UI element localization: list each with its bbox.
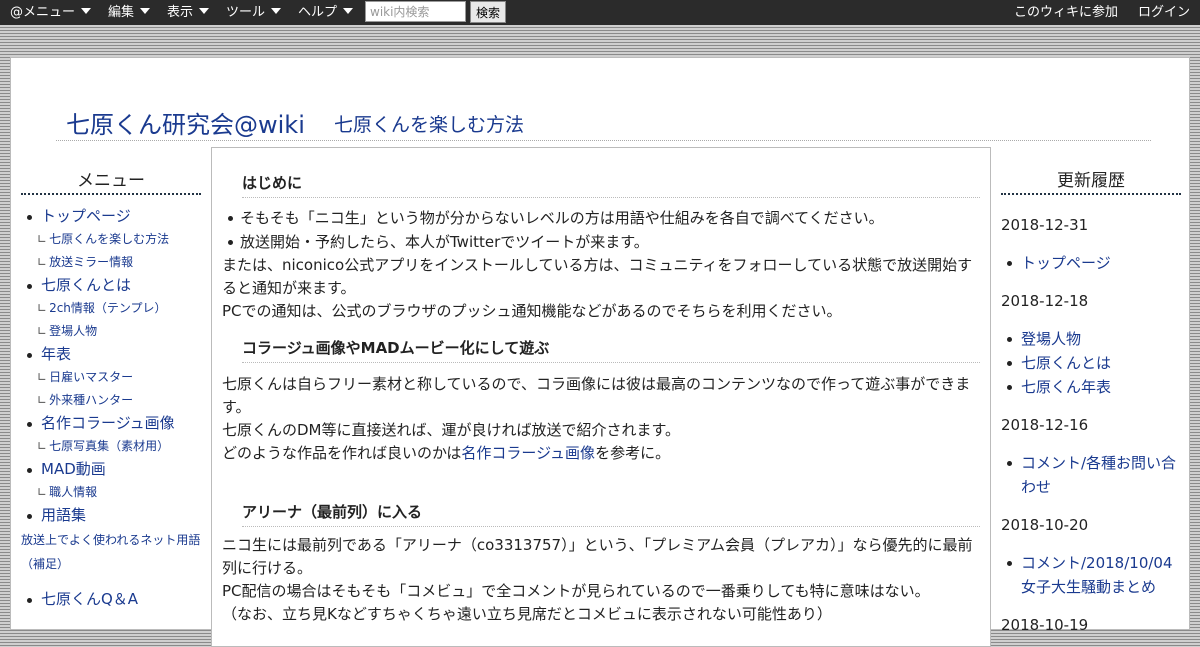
history-list: トップページ	[1001, 251, 1181, 275]
paragraph: PC配信の場合はそもそも「コメビュ」で全コメントが見られているので一番乗りしても…	[222, 582, 930, 600]
header-divider	[56, 140, 1151, 141]
menu-subitem-label[interactable]: 職人情報	[49, 485, 97, 499]
history-item[interactable]: コメント/各種お問い合わせ	[1001, 451, 1181, 499]
menu-item-top-page[interactable]: トップページ	[21, 205, 201, 228]
menu-subitem[interactable]: ∟ 登場人物	[21, 320, 201, 343]
text-span: を参考に。	[595, 444, 671, 462]
history-item[interactable]: コメント/2018/10/04 女子大生騒動まとめ	[1001, 551, 1188, 599]
caret-down-icon	[199, 8, 210, 14]
top-toolbar: @メニュー 編集 表示 ツール ヘルプ 検索 このウィキに参加 ログイン	[0, 0, 1200, 25]
menu-subitem[interactable]: ∟ 外来種ハンター	[21, 389, 201, 412]
menu-item-timeline[interactable]: 年表	[21, 343, 201, 366]
section-heading-arena: アリーナ（最前列）に入る	[242, 501, 980, 527]
paragraph: PCでの通知は、公式のブラウザのプッシュ通知機能などがあるのでそちらを利用くださ…	[222, 302, 842, 320]
menu-subitem[interactable]: ∟ 七原写真集（素材用）	[21, 435, 201, 458]
menu-label: ツール	[226, 5, 266, 20]
menu-spacer	[21, 576, 201, 588]
page-container: 七原くん研究会@wiki 七原くんを楽しむ方法 メニュー トップページ ∟ 七原く…	[10, 57, 1190, 647]
paragraph: ニコ生には最前列である「アリーナ（co3313757）」という、「プレミアム会員…	[222, 536, 973, 577]
history-date: 2018-12-18	[1001, 292, 1089, 310]
menu-item-mad[interactable]: MAD動画	[21, 458, 201, 481]
section-heading-intro: はじめに	[242, 172, 980, 198]
history-list: コメント/各種お問い合わせ	[1001, 451, 1181, 499]
paragraph: どのような作品を作れば良いのかは名作コラージュ画像を参考に。	[222, 442, 984, 465]
menu-at-menu[interactable]: @メニュー	[10, 0, 92, 25]
history-date: 2018-10-19	[1001, 616, 1089, 634]
menu-subitem-label[interactable]: 七原写真集（素材用）	[49, 439, 169, 453]
paragraph: または、niconico公式アプリをインストールしている方は、コミュニティをフォ…	[222, 256, 973, 297]
net-slang-link[interactable]: 放送上でよく使われるネット用語（補足）	[21, 528, 201, 576]
search-input[interactable]	[365, 1, 466, 22]
child-mark-icon: ∟	[37, 255, 48, 269]
text-span: どのような作品を作れば良いのかは	[222, 444, 462, 462]
site-title[interactable]: 七原くん研究会@wiki	[66, 105, 305, 140]
paragraph: 七原くんのDM等に直接送れば、運が良ければ放送で紹介されます。	[222, 421, 680, 439]
menu-subitem[interactable]: ∟ 職人情報	[21, 481, 201, 504]
history-item[interactable]: 七原くんとは	[1001, 351, 1181, 375]
update-history: 更新履歴 2018-12-31 トップページ 2018-12-18 登場人物 七…	[1001, 166, 1188, 637]
menu-subitem[interactable]: ∟ 日雇いマスター	[21, 366, 201, 389]
menu-subitem-label[interactable]: 日雇いマスター	[49, 370, 133, 384]
list-item: そもそも「ニコ生」という物が分からないレベルの方は用語や仕組みを各自で調べてくだ…	[212, 206, 990, 230]
menu-item-glossary[interactable]: 用語集	[21, 504, 201, 527]
caret-down-icon	[140, 8, 151, 14]
page-title[interactable]: 七原くんを楽しむ方法	[334, 110, 524, 137]
main-content: はじめに そもそも「ニコ生」という物が分からないレベルの方は用語や仕組みを各自で…	[211, 147, 991, 647]
menu-label: 編集	[108, 5, 135, 20]
menu-subitem-label[interactable]: 登場人物	[49, 324, 97, 338]
menu-item-about[interactable]: 七原くんとは	[21, 274, 201, 297]
menu-edit[interactable]: 編集	[108, 0, 151, 25]
menu-subitem-label[interactable]: 放送ミラー情報	[49, 255, 133, 269]
history-item[interactable]: トップページ	[1001, 251, 1181, 275]
menu-subitem[interactable]: ∟ 2ch情報（テンプレ）	[21, 297, 201, 320]
menu-heading: メニュー	[21, 166, 201, 195]
caret-down-icon	[81, 8, 92, 14]
collage-link[interactable]: 名作コラージュ画像	[461, 444, 595, 462]
join-wiki-link[interactable]: このウィキに参加	[1014, 0, 1118, 25]
child-mark-icon: ∟	[37, 301, 48, 315]
history-item[interactable]: 登場人物	[1001, 327, 1181, 351]
menu-subitem[interactable]: ∟ 放送ミラー情報	[21, 251, 201, 274]
history-heading: 更新履歴	[1001, 166, 1181, 195]
menu-label: ヘルプ	[298, 5, 338, 20]
child-mark-icon: ∟	[37, 324, 48, 338]
menu-help[interactable]: ヘルプ	[298, 0, 354, 25]
history-list: 登場人物 七原くんとは 七原くん年表	[1001, 327, 1181, 399]
menu-view[interactable]: 表示	[167, 0, 210, 25]
history-date: 2018-12-16	[1001, 416, 1089, 434]
caret-down-icon	[271, 8, 282, 14]
history-date: 2018-10-20	[1001, 516, 1089, 534]
history-date: 2018-12-31	[1001, 216, 1089, 234]
child-mark-icon: ∟	[37, 485, 48, 499]
child-mark-icon: ∟	[37, 370, 48, 384]
child-mark-icon: ∟	[37, 232, 48, 246]
child-mark-icon: ∟	[37, 393, 48, 407]
child-mark-icon: ∟	[37, 439, 48, 453]
menu-list-2: 七原くんQ＆A	[21, 588, 201, 611]
left-menu: メニュー トップページ ∟ 七原くんを楽しむ方法 ∟ 放送ミラー情報 七原くんとは …	[21, 166, 201, 611]
menu-subitem-label[interactable]: 七原くんを楽しむ方法	[49, 232, 169, 246]
menu-tools[interactable]: ツール	[226, 0, 282, 25]
menu-item-qa[interactable]: 七原くんQ＆A	[21, 588, 201, 611]
login-link[interactable]: ログイン	[1138, 0, 1190, 25]
menu-label: 表示	[167, 5, 194, 20]
paragraph: （なお、立ち見Kなどすちゃくちゃ遠い立ち見席だとコメビュに表示されない可能性あり…	[222, 605, 832, 623]
history-list: コメント/2018/10/04 女子大生騒動まとめ	[1001, 551, 1188, 599]
menu-subitem-label[interactable]: 外来種ハンター	[49, 393, 133, 407]
caret-down-icon	[343, 8, 354, 14]
menu-label: @メニュー	[10, 5, 76, 20]
menu-subitem[interactable]: ∟ 七原くんを楽しむ方法	[21, 228, 201, 251]
menu-list: トップページ ∟ 七原くんを楽しむ方法 ∟ 放送ミラー情報 七原くんとは ∟ 2ch情…	[21, 205, 201, 527]
intro-bullets: そもそも「ニコ生」という物が分からないレベルの方は用語や仕組みを各自で調べてくだ…	[212, 206, 990, 254]
paragraph: 七原くんは自らフリー素材と称しているので、コラ画像には彼は最高のコンテンツなので…	[222, 375, 971, 416]
menu-item-collage[interactable]: 名作コラージュ画像	[21, 412, 201, 435]
list-item: 放送開始・予約したら、本人がTwitterでツイートが来ます。	[212, 230, 990, 254]
history-item[interactable]: 七原くん年表	[1001, 375, 1181, 399]
search-button[interactable]: 検索	[470, 1, 506, 23]
section-heading-collage: コラージュ画像やMADムービー化にして遊ぶ	[242, 337, 980, 363]
menu-subitem-label[interactable]: 2ch情報（テンプレ）	[49, 301, 166, 315]
